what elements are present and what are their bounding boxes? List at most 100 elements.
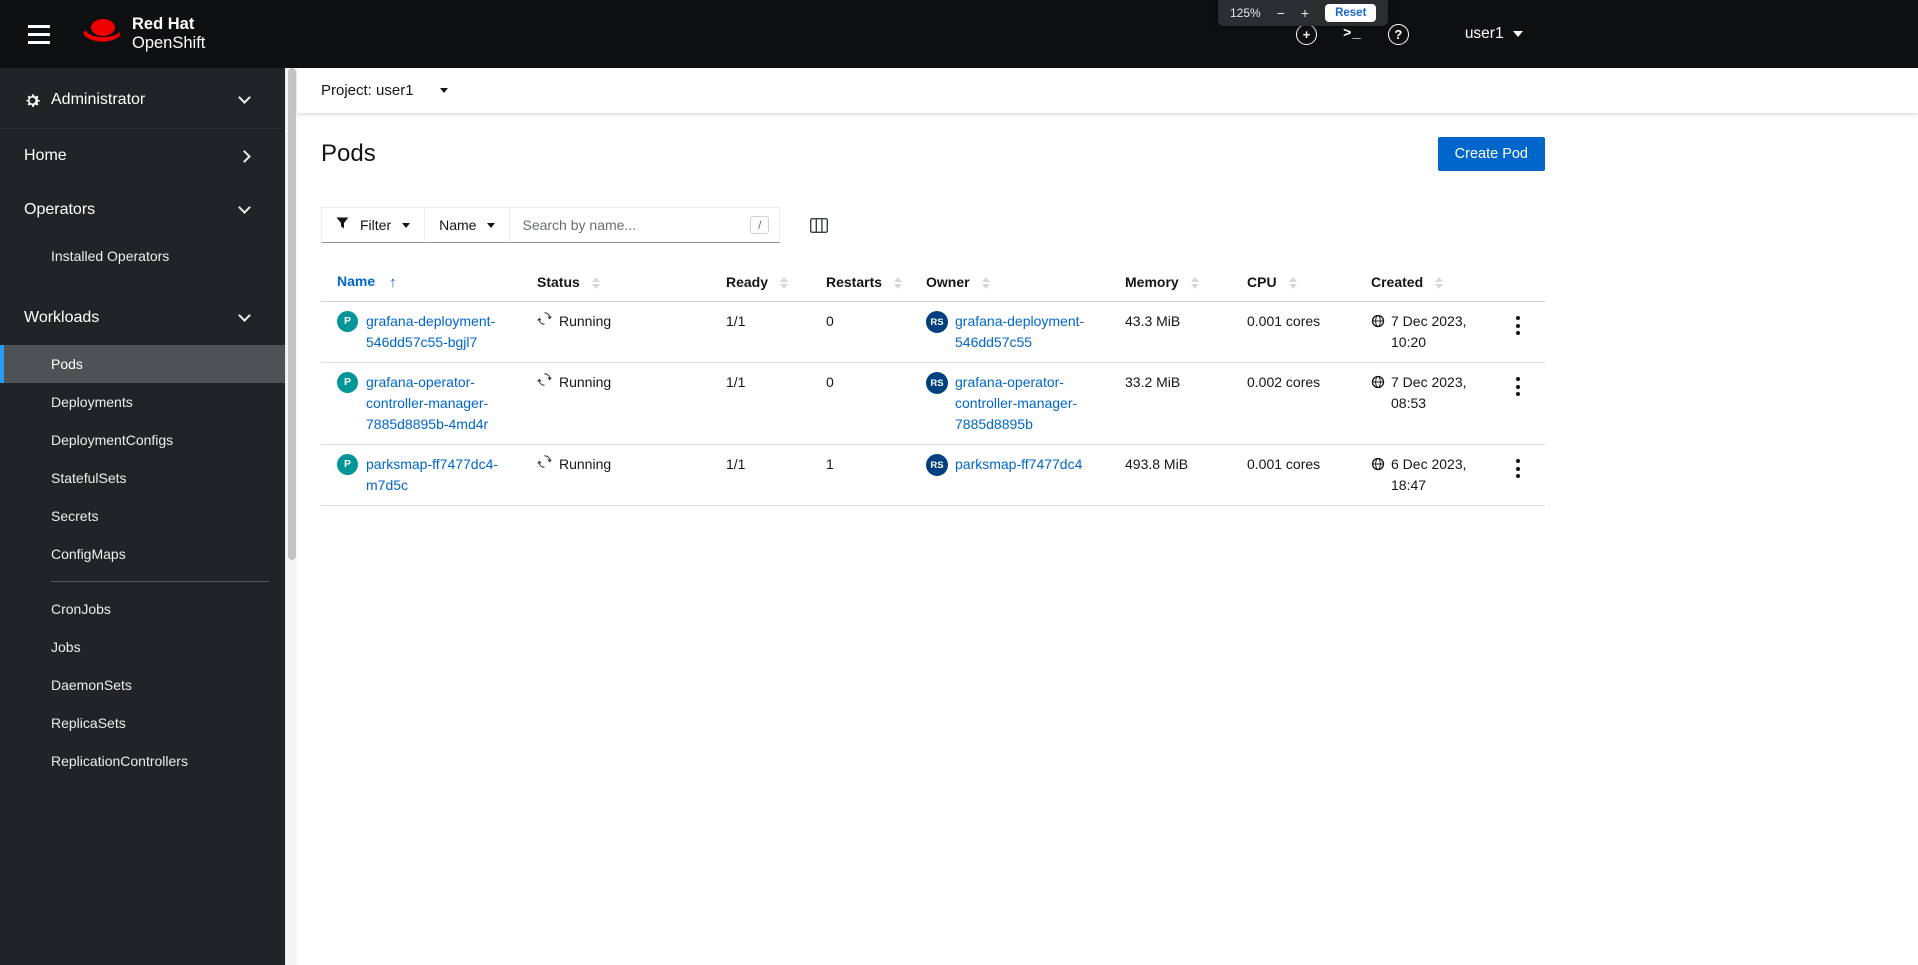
memory-cell: 43.3 MiB: [1109, 301, 1231, 363]
sidebar-item-cronjobs[interactable]: CronJobs: [0, 590, 285, 628]
sidebar-item-label: Workloads: [24, 309, 100, 326]
ready-cell: 1/1: [710, 362, 810, 445]
column-header-status[interactable]: Status: [521, 263, 710, 302]
help-icon: ?: [1387, 23, 1409, 45]
sidebar-item-replicationcontrollers[interactable]: ReplicationControllers: [0, 742, 285, 780]
sidebar-item-deploymentconfigs[interactable]: DeploymentConfigs: [0, 421, 285, 459]
restarts-cell: 1: [810, 444, 910, 506]
sidebar-item-deployments[interactable]: Deployments: [0, 383, 285, 421]
memory-cell: 493.8 MiB: [1109, 444, 1231, 506]
restarts-cell: 0: [810, 362, 910, 445]
page-content: Pods Create Pod Filter Name /: [297, 137, 1569, 506]
created-text: 7 Dec 2023, 10:20: [1391, 313, 1467, 350]
sidebar-item-daemonsets[interactable]: DaemonSets: [0, 666, 285, 704]
restarts-cell: 0: [810, 301, 910, 363]
perspective-label: Administrator: [51, 91, 146, 108]
chevron-down-icon: [238, 309, 251, 322]
sync-running-icon: [537, 454, 552, 475]
column-header-ready[interactable]: Ready: [710, 263, 810, 302]
project-value: user1: [376, 82, 414, 99]
sidebar-item-operators[interactable]: Operators: [0, 183, 285, 237]
zoom-in-button[interactable]: +: [1301, 6, 1309, 20]
create-pod-button[interactable]: Create Pod: [1437, 137, 1545, 171]
menu-toggle-icon[interactable]: [18, 13, 60, 55]
sidebar-item-workloads[interactable]: Workloads: [0, 291, 285, 345]
sidebar-item-statefulsets[interactable]: StatefulSets: [0, 459, 285, 497]
plus-circle-icon: +: [1296, 23, 1317, 45]
globe-icon: [1371, 314, 1385, 353]
pod-badge: P: [337, 311, 358, 332]
column-header-created[interactable]: Created: [1355, 263, 1490, 302]
replicaset-badge: RS: [926, 454, 948, 476]
zoom-out-button[interactable]: −: [1277, 6, 1285, 20]
help-button[interactable]: ?: [1387, 23, 1409, 45]
quick-create-button[interactable]: +: [1296, 23, 1317, 45]
terminal-icon: >_: [1343, 26, 1362, 42]
sidebar-item-label: Home: [24, 147, 67, 164]
sidebar-item-secrets[interactable]: Secrets: [0, 497, 285, 535]
brand: Red Hat OpenShift: [82, 15, 205, 54]
user-menu[interactable]: user1: [1465, 25, 1523, 43]
kebab-menu-button[interactable]: [1508, 372, 1528, 401]
sidebar-item-pods[interactable]: Pods: [0, 345, 285, 383]
shortcut-hint: /: [750, 216, 770, 234]
sort-ascending-icon: ↑: [389, 274, 397, 291]
brand-line-2: OpenShift: [132, 34, 206, 52]
column-header-name[interactable]: Name ↑: [321, 263, 521, 302]
user-name: user1: [1464, 25, 1504, 42]
owner-link[interactable]: grafana-deployment-546dd57c55: [955, 311, 1087, 353]
sort-icon: [1190, 277, 1199, 290]
sync-running-icon: [537, 372, 552, 393]
column-header-cpu[interactable]: CPU: [1231, 263, 1355, 302]
filter-icon: [336, 217, 349, 233]
manage-columns-button[interactable]: [810, 217, 829, 233]
table-header-row: Name ↑ Status Ready Restarts Owner Memor…: [321, 263, 1545, 302]
gear-icon: [24, 92, 41, 109]
search-input[interactable]: [522, 217, 751, 233]
filter-dropdown[interactable]: Filter: [321, 207, 426, 243]
sidebar-item-jobs[interactable]: Jobs: [0, 628, 285, 666]
pod-name-link[interactable]: grafana-deployment-546dd57c55-bgjl7: [366, 311, 513, 353]
filter-label: Filter: [360, 217, 392, 233]
sort-icon: [591, 277, 600, 290]
pods-table: Name ↑ Status Ready Restarts Owner Memor…: [321, 263, 1545, 506]
status-text: Running: [559, 456, 612, 472]
sidebar-item-replicasets[interactable]: ReplicaSets: [0, 704, 285, 742]
brand-line-1: Red Hat: [132, 14, 195, 33]
sidebar-item-installed-operators[interactable]: Installed Operators: [0, 237, 285, 275]
kebab-menu-button[interactable]: [1508, 454, 1528, 483]
sidebar-item-configmaps[interactable]: ConfigMaps: [0, 535, 285, 573]
perspective-switcher[interactable]: Administrator: [0, 68, 285, 129]
chevron-down-icon: [1512, 31, 1523, 37]
owner-link[interactable]: parksmap-ff7477dc4: [955, 454, 1087, 476]
sidebar-nav: Home Operators Installed Operators Workl…: [0, 129, 285, 780]
web-terminal-button[interactable]: >_: [1343, 26, 1362, 42]
attribute-dropdown[interactable]: Name: [424, 207, 511, 243]
column-header-actions: [1490, 263, 1545, 302]
sidebar-item-home[interactable]: Home: [0, 129, 285, 183]
ready-cell: 1/1: [710, 301, 810, 363]
column-header-memory[interactable]: Memory: [1109, 263, 1231, 302]
pod-name-link[interactable]: parksmap-ff7477dc4-m7d5c: [366, 454, 513, 496]
masthead: Red Hat OpenShift + >_ ? user1: [0, 0, 1918, 68]
pod-badge: P: [337, 372, 358, 393]
replicaset-badge: RS: [926, 372, 948, 394]
project-selector[interactable]: Project: user1: [297, 68, 1918, 113]
scrollbar-thumb[interactable]: [288, 68, 296, 560]
browser-zoom-popup: 125% − + Reset: [1218, 0, 1389, 26]
attribute-label: Name: [439, 217, 477, 233]
chevron-down-icon: [238, 91, 251, 104]
sync-running-icon: [537, 311, 552, 332]
ready-cell: 1/1: [710, 444, 810, 506]
column-header-restarts[interactable]: Restarts: [810, 263, 910, 302]
kebab-menu-button[interactable]: [1508, 311, 1528, 340]
chevron-right-icon: [238, 149, 251, 163]
zoom-reset-button[interactable]: Reset: [1325, 4, 1377, 22]
zoom-level: 125%: [1230, 6, 1261, 20]
column-header-owner[interactable]: Owner: [910, 263, 1109, 302]
cpu-cell: 0.002 cores: [1231, 362, 1355, 445]
created-text: 7 Dec 2023, 08:53: [1391, 374, 1467, 411]
pod-name-link[interactable]: grafana-operator-controller-manager-7885…: [366, 372, 513, 435]
status-text: Running: [559, 374, 612, 390]
owner-link[interactable]: grafana-operator-controller-manager-7885…: [955, 372, 1087, 435]
